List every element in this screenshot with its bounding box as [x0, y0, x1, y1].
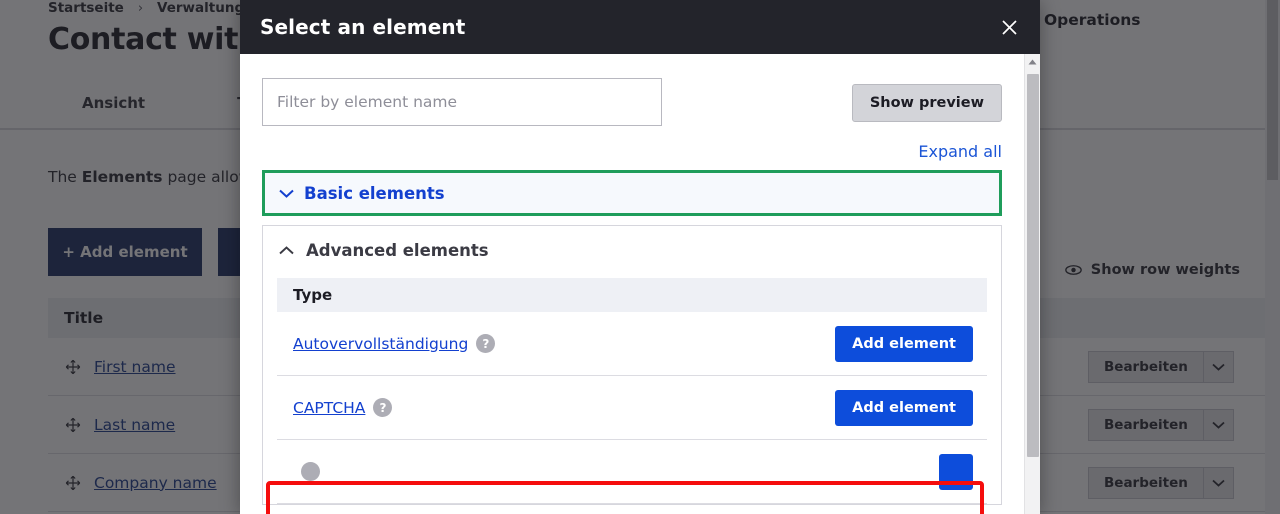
close-glyph — [1001, 19, 1017, 35]
group-basic-elements[interactable]: Basic elements — [262, 170, 1002, 216]
element-name-wrap — [293, 462, 320, 481]
element-row-autovervollstaendigung: Autovervollständigung ? Add element — [277, 312, 987, 376]
element-type-link[interactable]: Autovervollständigung — [293, 335, 468, 353]
modal-body: Show preview Expand all Basic elements A… — [240, 54, 1040, 514]
close-icon[interactable] — [996, 14, 1022, 40]
element-row-captcha: CAPTCHA ? Add element — [277, 376, 987, 440]
modal-content: Show preview Expand all Basic elements A… — [240, 54, 1024, 514]
chevron-up-icon — [279, 245, 294, 254]
search-input[interactable] — [262, 78, 662, 126]
column-header-type: Type — [277, 278, 987, 312]
help-circle-icon[interactable]: ? — [476, 334, 496, 353]
scroll-up-glyph — [1028, 59, 1037, 65]
modal-scrollbar[interactable] — [1024, 54, 1040, 514]
modal-header: Select an element — [240, 0, 1040, 54]
help-circle-icon[interactable]: ? — [373, 398, 393, 417]
help-circle-icon[interactable] — [301, 462, 320, 481]
element-name-wrap: Autovervollständigung ? — [293, 334, 496, 353]
chevron-down-icon — [279, 189, 294, 198]
element-name-wrap: CAPTCHA ? — [293, 398, 393, 417]
element-type-table: Type Autovervollständigung ? Add element… — [277, 278, 987, 504]
show-preview-button[interactable]: Show preview — [851, 84, 1002, 122]
group-advanced-elements: Advanced elements Type Autovervollständi… — [262, 225, 1002, 505]
select-element-modal: Select an element Show preview Expand al… — [240, 0, 1040, 514]
add-element-button[interactable]: Add element — [835, 389, 973, 426]
expand-all-row: Expand all — [262, 142, 1002, 161]
element-type-link[interactable]: CAPTCHA — [293, 399, 365, 417]
group-advanced-elements-header[interactable]: Advanced elements — [263, 226, 1001, 274]
add-element-button[interactable] — [939, 453, 973, 490]
group-advanced-elements-label: Advanced elements — [306, 240, 489, 260]
add-element-button[interactable]: Add element — [835, 325, 973, 362]
modal-title: Select an element — [260, 15, 466, 39]
scroll-up-icon[interactable] — [1025, 54, 1040, 70]
modal-toolbar: Show preview — [262, 78, 1002, 126]
modal-scrollbar-thumb[interactable] — [1027, 74, 1039, 457]
element-row-partial — [277, 440, 987, 504]
group-basic-elements-label: Basic elements — [304, 183, 445, 203]
expand-all-link[interactable]: Expand all — [918, 142, 1002, 161]
